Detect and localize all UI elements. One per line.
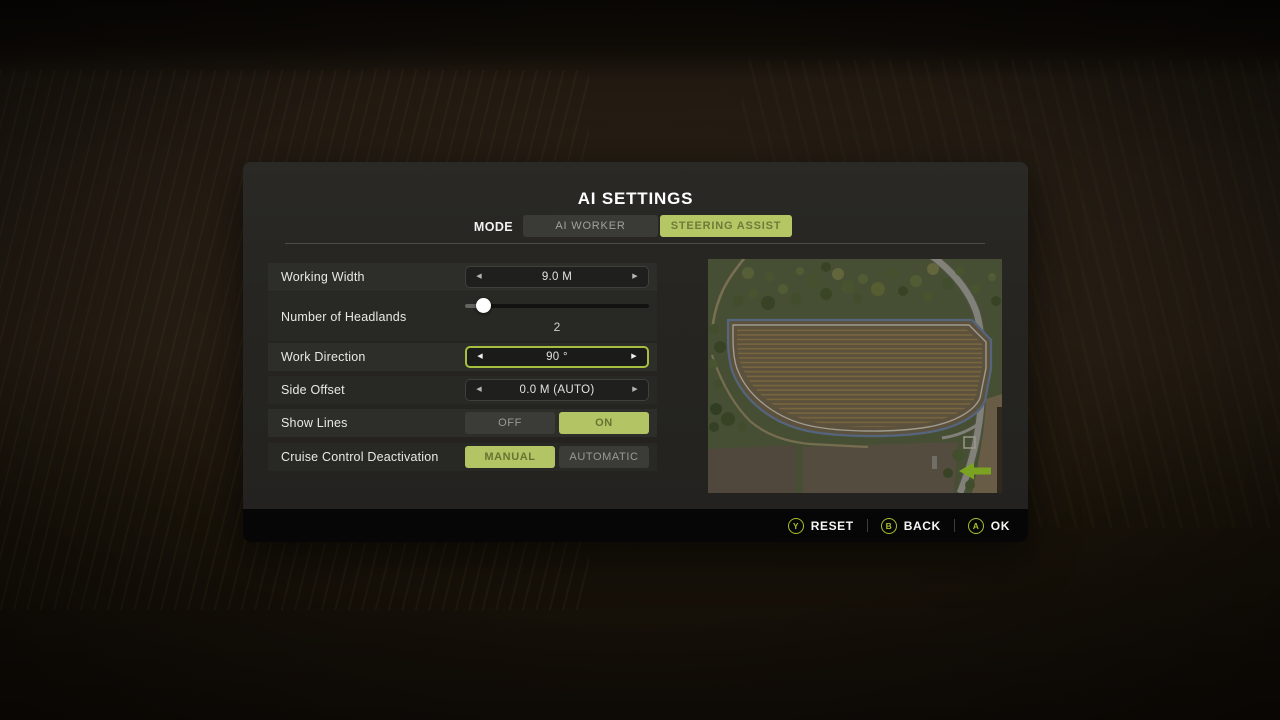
tab-steering-assist[interactable]: STEERING ASSIST [660, 215, 792, 237]
gamepad-a-icon: A [968, 518, 984, 534]
cruise-manual-button[interactable]: MANUAL [465, 446, 555, 468]
working-width-label: Working Width [281, 263, 365, 291]
cruise-automatic-button[interactable]: AUTOMATIC [559, 446, 649, 468]
headlands-value: 2 [465, 320, 649, 334]
footer-divider [867, 519, 868, 532]
increase-arrow-icon[interactable]: ▶ [629, 346, 639, 368]
setting-row-show-lines: Show Lines OFF ON [268, 409, 657, 437]
setting-row-work-direction: Work Direction ◀ 90 ° ▶ [268, 343, 657, 371]
increase-arrow-icon[interactable]: ▶ [630, 379, 640, 401]
field-map-svg [708, 259, 1002, 493]
work-direction-label: Work Direction [281, 343, 366, 371]
side-offset-label: Side Offset [281, 376, 345, 404]
decrease-arrow-icon[interactable]: ◀ [474, 379, 484, 401]
side-offset-stepper[interactable]: ◀ 0.0 M (AUTO) ▶ [465, 379, 649, 401]
work-direction-stepper[interactable]: ◀ 90 ° ▶ [465, 346, 649, 368]
work-direction-value: 90 ° [485, 351, 629, 363]
headlands-slider[interactable] [465, 304, 649, 308]
reset-label: RESET [811, 519, 854, 533]
setting-row-working-width: Working Width ◀ 9.0 M ▶ [268, 263, 657, 291]
working-width-value: 9.0 M [484, 271, 630, 283]
back-button[interactable]: B BACK [881, 518, 941, 534]
reset-button[interactable]: Y RESET [788, 518, 854, 534]
dialog-title: AI SETTINGS [243, 189, 1028, 209]
setting-row-cruise-control: Cruise Control Deactivation MANUAL AUTOM… [268, 443, 657, 471]
decrease-arrow-icon[interactable]: ◀ [475, 346, 485, 368]
show-lines-toggle: OFF ON [465, 412, 649, 434]
tabs-divider [285, 243, 985, 244]
gamepad-b-icon: B [881, 518, 897, 534]
increase-arrow-icon[interactable]: ▶ [630, 266, 640, 288]
cruise-control-toggle: MANUAL AUTOMATIC [465, 446, 649, 468]
decrease-arrow-icon[interactable]: ◀ [474, 266, 484, 288]
ok-button[interactable]: A OK [968, 518, 1010, 534]
cruise-control-label: Cruise Control Deactivation [281, 443, 439, 471]
ai-settings-dialog: AI SETTINGS MODE AI WORKER STEERING ASSI… [243, 162, 1028, 542]
working-width-stepper[interactable]: ◀ 9.0 M ▶ [465, 266, 649, 288]
setting-row-side-offset: Side Offset ◀ 0.0 M (AUTO) ▶ [268, 376, 657, 404]
show-lines-label: Show Lines [281, 409, 348, 437]
show-lines-on-button[interactable]: ON [559, 412, 649, 434]
footer-divider [954, 519, 955, 532]
gamepad-y-icon: Y [788, 518, 804, 534]
footer-bar: Y RESET B BACK A OK [243, 509, 1028, 542]
tab-ai-worker[interactable]: AI WORKER [523, 215, 658, 237]
headlands-slider-thumb[interactable] [476, 298, 491, 313]
back-label: BACK [904, 519, 941, 533]
setting-row-headlands: Number of Headlands 2 [268, 292, 657, 341]
show-lines-off-button[interactable]: OFF [465, 412, 555, 434]
field-map-preview [708, 259, 1002, 493]
ok-label: OK [991, 519, 1010, 533]
mode-label: MODE [383, 220, 513, 234]
side-offset-value: 0.0 M (AUTO) [484, 384, 630, 396]
headlands-label: Number of Headlands [281, 292, 406, 341]
